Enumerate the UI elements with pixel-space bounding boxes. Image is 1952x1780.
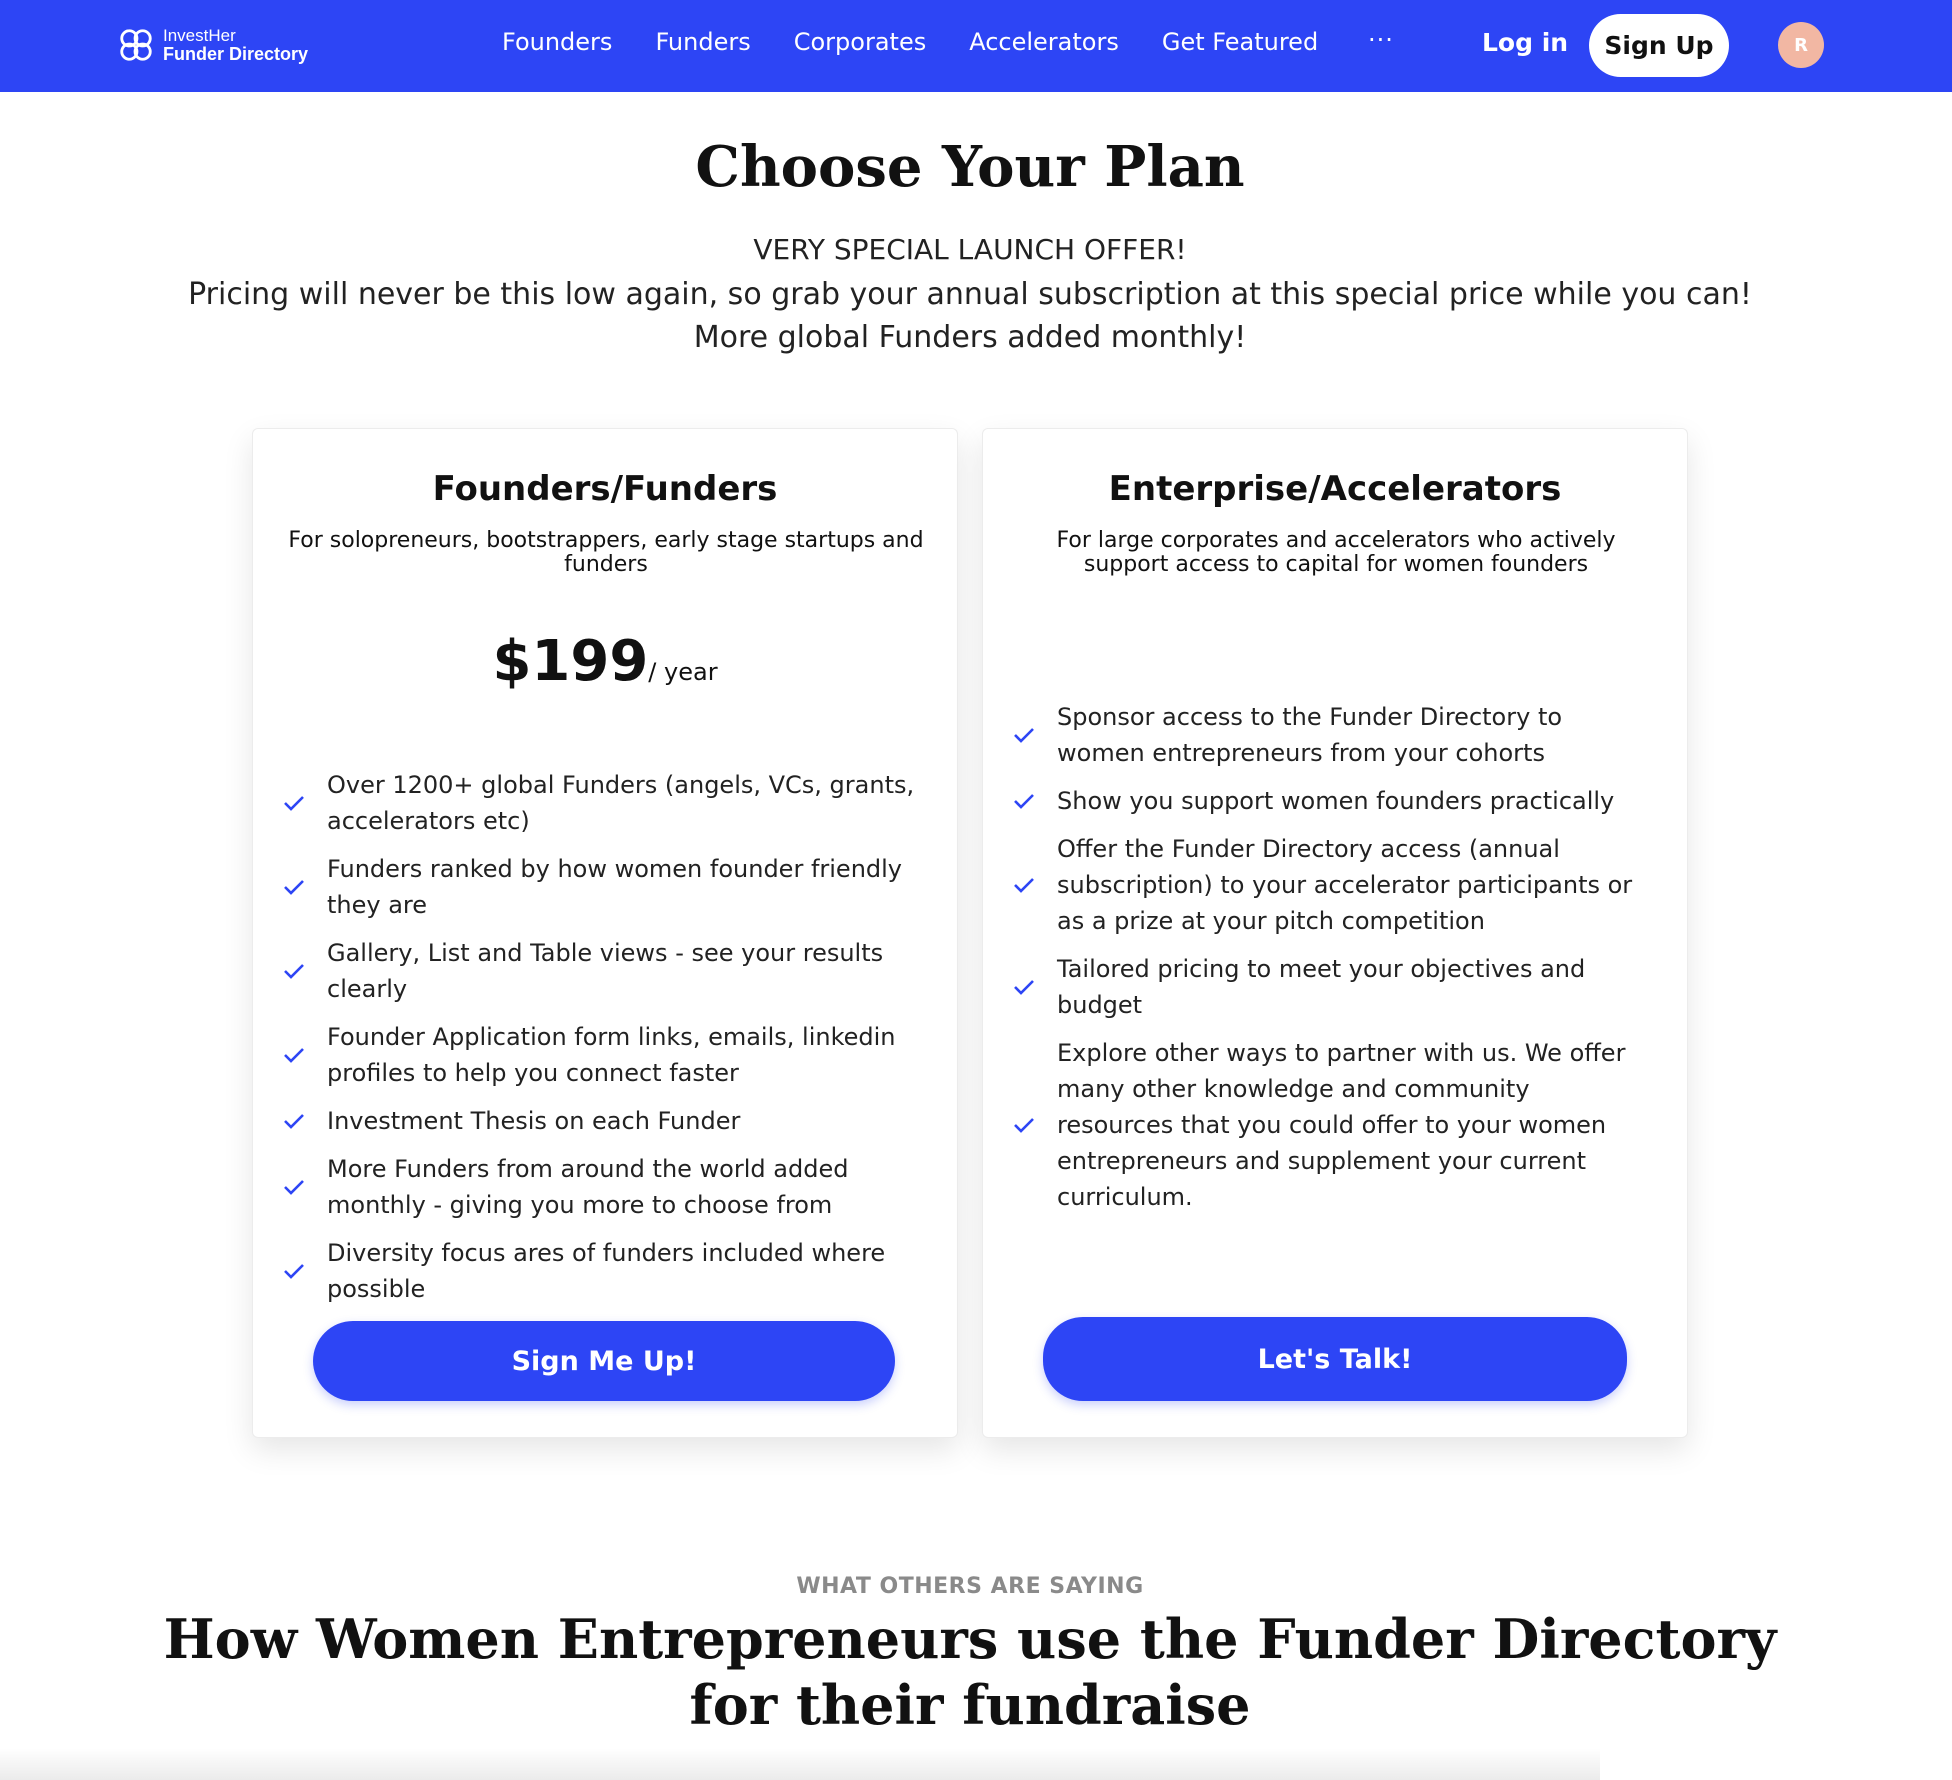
feature-text: Gallery, List and Table views - see your… — [327, 939, 884, 1003]
feature-item: Funders ranked by how women founder frie… — [283, 851, 923, 923]
sign-me-up-button[interactable]: Sign Me Up! — [313, 1321, 895, 1401]
price-amount: $199 — [492, 629, 649, 694]
feature-item: Tailored pricing to meet your objectives… — [1013, 951, 1653, 1023]
feature-text: Over 1200+ global Funders (angels, VCs, … — [327, 771, 915, 835]
feature-item: Offer the Funder Directory access (annua… — [1013, 831, 1653, 939]
check-icon — [284, 1114, 304, 1129]
logo-line-1: InvestHer — [163, 26, 236, 45]
feature-text: Founder Application form links, emails, … — [327, 1023, 896, 1087]
nav-link-founders[interactable]: Founders — [502, 28, 612, 56]
feature-item: Over 1200+ global Funders (angels, VCs, … — [283, 767, 923, 839]
plan-features: Sponsor access to the Funder Directory t… — [1013, 699, 1653, 1227]
feature-text: Explore other ways to partner with us. W… — [1057, 1039, 1626, 1211]
price-period: / year — [648, 658, 718, 686]
feature-item: Investment Thesis on each Funder — [283, 1103, 923, 1139]
plan-title: Enterprise/Accelerators — [1108, 469, 1562, 509]
feature-text: Diversity focus ares of funders included… — [327, 1239, 886, 1303]
user-avatar[interactable]: R — [1778, 22, 1824, 68]
check-icon — [1014, 728, 1034, 743]
check-icon — [284, 1048, 304, 1063]
plan-subtitle: For large corporates and accelerators wh… — [1056, 528, 1616, 577]
check-icon — [284, 964, 304, 979]
pricing-note: Pricing will never be this low again, so… — [188, 277, 1752, 312]
lets-talk-button[interactable]: Let's Talk! — [1043, 1317, 1627, 1401]
plan-subtitle: For solopreneurs, bootstrappers, early s… — [288, 528, 924, 577]
nav-links: Founders Funders Corporates Accelerators… — [502, 28, 1361, 56]
check-icon — [284, 880, 304, 895]
feature-item: Explore other ways to partner with us. W… — [1013, 1035, 1653, 1215]
launch-offer-text: VERY SPECIAL LAUNCH OFFER! — [753, 233, 1187, 266]
plan-title: Founders/Funders — [432, 469, 778, 509]
signup-button[interactable]: Sign Up — [1589, 14, 1729, 77]
feature-item: Sponsor access to the Funder Directory t… — [1013, 699, 1653, 771]
logo-line-2: Funder Directory — [163, 44, 309, 64]
feature-text: Show you support women founders practica… — [1057, 787, 1615, 815]
plan-card-enterprise-accelerators: Enterprise/Accelerators For large corpor… — [982, 428, 1688, 1438]
check-icon — [1014, 1118, 1034, 1133]
nav-link-funders[interactable]: Funders — [655, 28, 750, 56]
plan-card-founders-funders: Founders/Funders For solopreneurs, boots… — [252, 428, 958, 1438]
feature-text: Offer the Funder Directory access (annua… — [1057, 835, 1633, 935]
more-menu-icon[interactable]: ··· — [1368, 26, 1394, 54]
feature-text: Tailored pricing to meet your objectives… — [1057, 955, 1586, 1019]
check-icon — [284, 1180, 304, 1195]
nav-link-accelerators[interactable]: Accelerators — [969, 28, 1119, 56]
feature-item: Gallery, List and Table views - see your… — [283, 935, 923, 1007]
check-icon — [284, 796, 304, 811]
feature-text: Sponsor access to the Funder Directory t… — [1057, 703, 1563, 767]
feature-item: Diversity focus ares of funders included… — [283, 1235, 923, 1307]
section-title: How Women Entrepreneurs use the Funder D… — [163, 1607, 1777, 1737]
feature-text: Investment Thesis on each Funder — [327, 1107, 741, 1135]
feature-item: Show you support women founders practica… — [1013, 783, 1653, 819]
page-title: Choose Your Plan — [695, 134, 1245, 200]
check-icon — [1014, 878, 1034, 893]
nav-link-get-featured[interactable]: Get Featured — [1162, 28, 1318, 56]
plan-price: $199/ year — [253, 629, 957, 694]
top-navbar: InvestHer Funder Directory Founders Fund… — [0, 0, 1952, 92]
check-icon — [1014, 794, 1034, 809]
nav-link-corporates[interactable]: Corporates — [794, 28, 926, 56]
brand-logo[interactable]: InvestHer Funder Directory — [117, 26, 308, 64]
plan-features: Over 1200+ global Funders (angels, VCs, … — [283, 767, 923, 1319]
bottom-shadow — [0, 1748, 1600, 1780]
logo-icon — [120, 29, 152, 61]
funders-added-note: More global Funders added monthly! — [693, 320, 1247, 355]
feature-item: More Funders from around the world added… — [283, 1151, 923, 1223]
check-icon — [1014, 980, 1034, 995]
section-eyebrow: WHAT OTHERS ARE SAYING — [796, 1574, 1144, 1599]
feature-text: More Funders from around the world added… — [327, 1155, 849, 1219]
feature-text: Funders ranked by how women founder frie… — [327, 855, 903, 919]
login-link[interactable]: Log in — [1482, 28, 1568, 57]
check-icon — [284, 1264, 304, 1279]
feature-item: Founder Application form links, emails, … — [283, 1019, 923, 1091]
